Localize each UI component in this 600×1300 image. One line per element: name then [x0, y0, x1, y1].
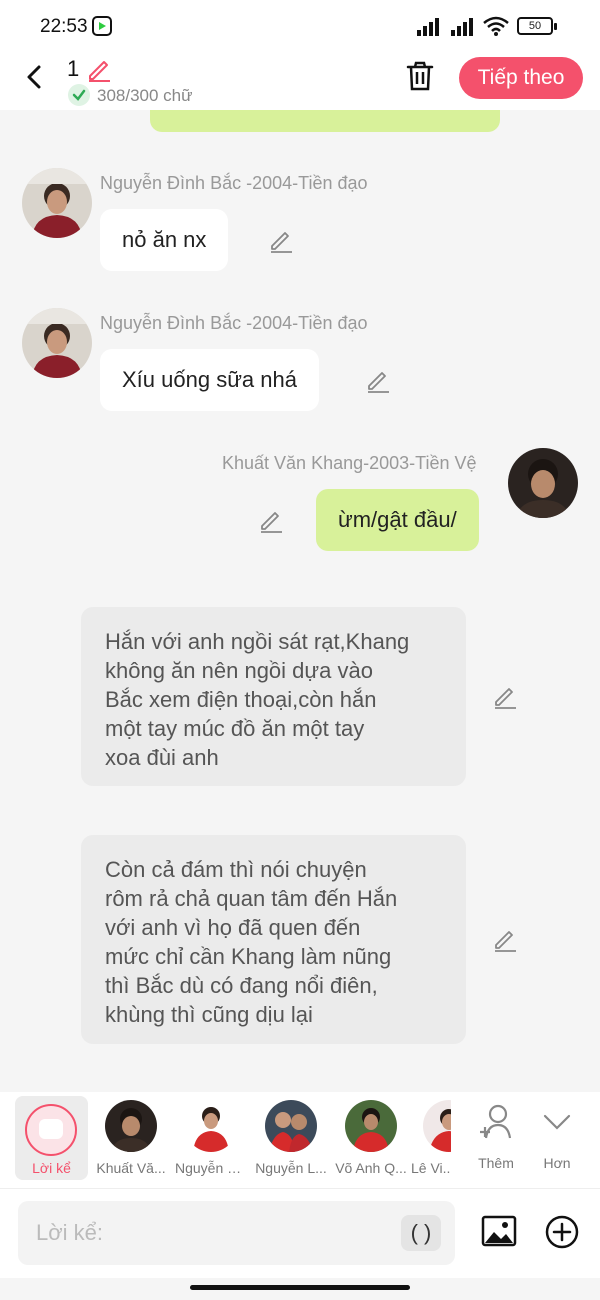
narration-line: thì Bắc dù có đang nổi điên, — [105, 973, 378, 998]
avatar — [105, 1100, 157, 1152]
more-characters-label: Hơn — [543, 1155, 571, 1171]
next-button[interactable]: Tiếp theo — [459, 57, 583, 99]
add-person-icon — [480, 1104, 512, 1139]
avatar — [265, 1100, 317, 1152]
character-label: Võ Anh Q... — [335, 1160, 407, 1176]
narrator-icon — [25, 1104, 77, 1156]
narration-line: với anh vì họ đã quen đến — [105, 915, 361, 940]
avatar — [185, 1100, 237, 1152]
narration-line: rôm rả chả quan tâm đến Hắn — [105, 886, 398, 911]
avatar[interactable] — [22, 168, 92, 238]
trash-icon[interactable] — [405, 60, 435, 92]
editor-header: 1 308/300 chữ Tiếp theo — [0, 52, 600, 110]
character-label: Khuất Vă... — [96, 1160, 166, 1176]
character-label: Nguyễn N... — [175, 1160, 247, 1176]
edit-message-icon[interactable] — [258, 508, 284, 534]
sender-name: Nguyễn Đình Bắc -2004-Tiền đạo — [100, 173, 368, 193]
image-icon[interactable] — [481, 1213, 517, 1249]
character-item[interactable]: Nguyễn N... — [171, 1100, 251, 1176]
edit-message-icon[interactable] — [268, 228, 294, 254]
narrator-label: Lời kể — [32, 1160, 71, 1176]
add-character-button[interactable]: Thêm — [474, 1102, 518, 1171]
sender-name: Khuất Văn Khang-2003-Tiền Vệ — [222, 453, 477, 473]
narration-line: một tay múc đồ ăn một tay — [105, 716, 365, 741]
avatar — [345, 1100, 397, 1152]
word-count: 308/300 chữ — [97, 86, 193, 105]
message-bubble[interactable]: Xíu uống sữa nhá — [100, 349, 319, 411]
input-row: ( ) — [0, 1188, 600, 1278]
avatar[interactable] — [508, 448, 578, 518]
edit-title-icon[interactable] — [86, 56, 112, 82]
narration-line: mức chỉ cần Khang làm nũng — [105, 944, 392, 969]
character-label: Nguyễn L... — [255, 1160, 327, 1176]
chevron-down-icon — [543, 1114, 571, 1130]
narration-input[interactable] — [18, 1201, 455, 1265]
status-bar: 22:53 50 — [0, 0, 600, 52]
wifi-icon — [483, 16, 509, 36]
home-indicator[interactable] — [190, 1285, 410, 1290]
check-icon — [68, 84, 90, 106]
previous-message-bubble — [150, 110, 500, 132]
narration-line: khùng thì cũng dịu lại — [105, 1002, 313, 1027]
signal-icon — [417, 16, 445, 36]
edit-message-icon[interactable] — [492, 684, 518, 710]
message-bubble[interactable]: nỏ ăn nx — [100, 209, 229, 271]
edit-message-icon[interactable] — [365, 368, 391, 394]
parenthesis-button[interactable]: ( ) — [401, 1215, 441, 1251]
narration-line: Còn cả đám thì nói chuyện — [105, 857, 367, 882]
narration-line: Hắn với anh ngồi sát rạt,Khang — [105, 629, 410, 654]
character-item[interactable]: Khuất Vă... — [91, 1100, 171, 1176]
status-time: 22:53 — [40, 16, 88, 37]
narration-bubble[interactable]: Còn cả đám thì nói chuyện rôm rả chả qua… — [81, 835, 466, 1044]
narration-line: không ăn nên ngồi dựa vào — [105, 658, 373, 683]
edit-message-icon[interactable] — [492, 927, 518, 953]
character-item[interactable]: Võ Anh Q... — [331, 1100, 411, 1176]
character-label: Lê Vi... — [411, 1160, 451, 1176]
back-icon[interactable] — [20, 62, 50, 92]
app-notification-icon — [92, 16, 112, 36]
signal-icon-2 — [451, 16, 479, 36]
narration-bubble[interactable]: Hắn với anh ngồi sát rạt,Khang không ăn … — [81, 607, 466, 786]
character-item[interactable]: Nguyễn L... — [251, 1100, 331, 1176]
add-character-label: Thêm — [478, 1155, 514, 1171]
chapter-number: 1 — [67, 56, 80, 81]
avatar — [423, 1100, 451, 1152]
message-bubble[interactable]: ừm/gật đầu/ — [316, 489, 479, 551]
narration-line: xoa đùi anh — [105, 745, 219, 770]
sender-name: Nguyễn Đình Bắc -2004-Tiền đạo — [100, 313, 368, 333]
character-bar: Lời kể Khuất Vă... Nguyễn N... Nguyễn L.… — [0, 1092, 600, 1188]
avatar[interactable] — [22, 308, 92, 378]
character-item[interactable]: Lê Vi... — [411, 1100, 451, 1176]
narrator-tab[interactable]: Lời kể — [15, 1096, 88, 1180]
more-characters-button[interactable]: Hơn — [535, 1102, 579, 1171]
narration-line: Bắc xem điện thoại,còn hắn — [105, 687, 377, 712]
battery-icon: 50 — [517, 17, 557, 35]
plus-icon[interactable] — [545, 1215, 579, 1249]
